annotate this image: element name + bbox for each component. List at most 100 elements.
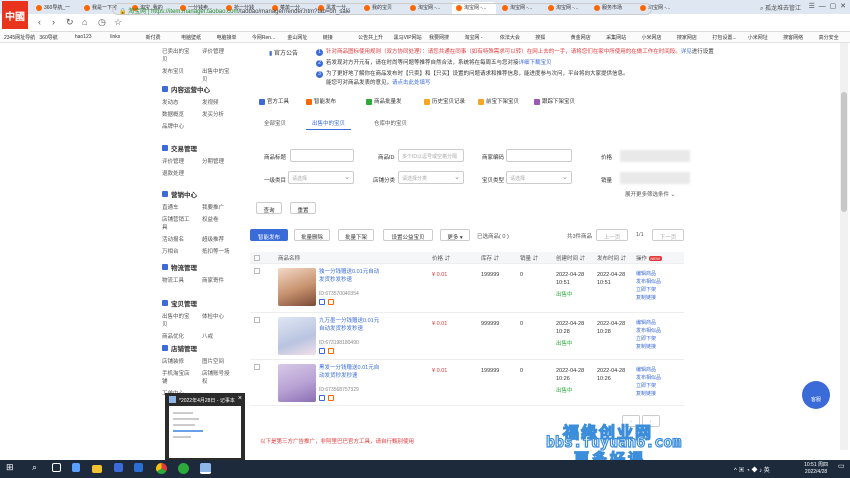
taskbar-clock[interactable]: 10:51 周四 2022/4/28 [804, 462, 828, 476]
product-thumbnail[interactable] [278, 317, 316, 355]
bookmark-item[interactable]: 新付费 [146, 34, 161, 41]
sidebar-link[interactable]: 八戒 [202, 332, 234, 340]
folder-icon[interactable] [92, 465, 102, 473]
row-action-link[interactable]: 编辑商品 [636, 270, 656, 278]
sidebar-link[interactable]: 店铺账号授权 [202, 369, 234, 385]
reset-button[interactable]: 重置 [290, 202, 316, 214]
tool-smart-publish[interactable]: 智能发布 [306, 97, 336, 105]
sidebar-link[interactable]: 品牌中心 [162, 122, 194, 130]
close-icon[interactable]: × [238, 395, 242, 402]
price-filter-input-blurred[interactable] [620, 150, 690, 162]
product-name-link[interactable]: 黑发一分钱赠送0.01元自动发货秒发秒速 [319, 364, 383, 380]
tool-track-offshelf[interactable]: 跟踪下架宝贝 [534, 97, 575, 105]
help-chat-button[interactable]: 客服 [802, 381, 830, 409]
history-icon[interactable]: ◷ [98, 17, 106, 28]
edge-icon[interactable] [72, 463, 80, 472]
tab-on-sale[interactable]: 出售中的宝贝 [306, 117, 352, 130]
sidebar-link[interactable]: 权益卷 [202, 215, 234, 231]
set-welfare-button[interactable]: 设置公益宝贝 [383, 229, 433, 241]
nav-group-header[interactable]: 营销中心 [162, 189, 234, 199]
refresh-icon[interactable]: ↻ [66, 17, 74, 28]
notification-icon[interactable]: ▭ [838, 462, 845, 470]
forward-icon[interactable]: › [52, 17, 55, 27]
browser-search-box[interactable]: ⌕ 孤龙堆去管江 [760, 3, 830, 15]
bookmark-item[interactable]: 我要网搜 [429, 34, 449, 41]
page-scrollbar-thumb[interactable] [841, 92, 847, 212]
notice-link-3[interactable]: 请点击此处填写 [392, 80, 431, 86]
bookmark-item[interactable]: 电脑壁纸 [181, 34, 201, 41]
batch-delete-button[interactable]: 批量删除 [294, 229, 330, 241]
row-action-link[interactable]: 编辑商品 [636, 319, 656, 327]
item-type-select[interactable]: 请选择 [506, 171, 572, 184]
query-button[interactable]: 查询 [256, 202, 282, 214]
sidebar-link[interactable]: 图片空间 [202, 357, 234, 365]
360-browser-icon[interactable] [178, 463, 189, 474]
sales-filter-input-blurred[interactable] [620, 172, 690, 184]
sidebar-link[interactable]: 活动报名 [162, 235, 194, 243]
bookmark-item[interactable]: 依法大会 [500, 34, 520, 41]
bookmark-item[interactable]: 今网Ren... [252, 34, 275, 41]
bookmark-item[interactable]: 电脑接单 [217, 34, 237, 41]
sidebar-link[interactable]: 发视频 [202, 98, 234, 106]
nav-group-header[interactable]: 内容运营中心 [162, 84, 234, 94]
search-icon[interactable]: ⌕ [32, 462, 43, 473]
nav-group-header[interactable]: 交易管理 [162, 143, 234, 153]
bookmark-item[interactable]: hao123 [75, 34, 92, 40]
sidebar-link[interactable]: 商品优化 [162, 332, 194, 340]
tool-history[interactable]: 历史宝贝记录 [424, 97, 465, 105]
title-filter-input[interactable] [290, 149, 354, 162]
bookmark-item[interactable]: 链接 [323, 34, 333, 41]
row-action-link[interactable]: 发布相似品 [636, 374, 661, 382]
back-icon[interactable]: ‹ [38, 17, 41, 27]
id-filter-input[interactable]: 多个ID以逗号或空格分隔 [398, 149, 464, 162]
bookmark-item[interactable]: 小米网址 [748, 34, 768, 41]
more-button[interactable]: 更多 ▾ [440, 229, 470, 241]
row-action-link[interactable]: 立即下架 [636, 286, 656, 294]
row-checkbox[interactable] [254, 268, 260, 274]
notepad-preview[interactable]: *2022年4月28日 - 记事本 × [165, 393, 245, 461]
sidebar-link[interactable]: 出售中的宝贝 [202, 67, 234, 83]
bookmark-item[interactable]: 黄金网店 [571, 34, 591, 41]
sidebar-link[interactable]: 超级推荐 [202, 235, 234, 243]
product-name-link[interactable]: 九万墨一分钱赠送0.01元自动发货秒发秒速 [319, 317, 383, 333]
bookmark-item[interactable]: 黑马VIP网站 [394, 34, 422, 41]
bookmark-item[interactable]: 搜狐 [535, 34, 545, 41]
sidebar-link[interactable]: 发布宝贝 [162, 67, 194, 83]
store-icon[interactable] [114, 463, 123, 472]
row-checkbox[interactable] [254, 317, 260, 323]
chrome-icon[interactable] [156, 463, 167, 474]
batch-offshelf-button[interactable]: 批量下架 [338, 229, 374, 241]
row-checkbox[interactable] [254, 364, 260, 370]
notice-link-1[interactable]: 详见 [681, 49, 692, 55]
bookmark-item[interactable]: 采集网站 [606, 34, 626, 41]
bookmark-item[interactable]: 小米网店 [642, 34, 662, 41]
row-action-link[interactable]: 发布相似品 [636, 278, 661, 286]
category-select[interactable]: 请选择 [288, 171, 354, 184]
sidebar-link[interactable]: 发买分析 [202, 110, 234, 118]
row-action-link[interactable]: 复制链接 [636, 294, 656, 302]
smart-publish-button[interactable]: 智能发布 [250, 229, 288, 241]
sidebar-link[interactable]: 体检中心 [202, 312, 234, 328]
bookmark-item[interactable]: links [110, 34, 120, 40]
sidebar-link[interactable]: 手机淘宝店铺 [162, 369, 194, 385]
sidebar-link[interactable]: 已卖出的宝贝 [162, 47, 194, 63]
bookmark-item[interactable]: 360导航 [39, 34, 57, 41]
sidebar-link[interactable]: 发动态 [162, 98, 194, 106]
system-tray-icons[interactable]: ^ ▣ ◔ ◆ ♪ 英 [734, 465, 770, 474]
row-action-link[interactable]: 复制链接 [636, 390, 656, 398]
expand-filters-link[interactable]: 展开更多筛选条件 ⌄ [625, 190, 675, 198]
bookmark-item[interactable]: 公告共上升 [358, 34, 383, 41]
tab-warehouse[interactable]: 仓库中的宝贝 [368, 117, 413, 129]
nav-group-header[interactable]: 店铺管理 [162, 343, 234, 353]
bookmark-item[interactable]: 打包设置... [712, 34, 736, 41]
notice-link-2[interactable]: 详细下载宝贝 [519, 60, 552, 66]
tool-batch-publish[interactable]: 商品批量发 [366, 97, 402, 105]
nav-group-header[interactable]: 物流管理 [162, 262, 234, 272]
prev-page-button[interactable]: 上一页 [596, 229, 628, 241]
sidebar-link[interactable]: 抵扣等一场 [202, 247, 234, 255]
product-thumbnail[interactable] [278, 364, 316, 402]
row-action-link[interactable]: 立即下架 [636, 382, 656, 390]
sidebar-link[interactable]: 店铺装修 [162, 357, 194, 365]
code-filter-input[interactable] [506, 149, 572, 162]
mail-icon[interactable] [134, 463, 143, 472]
